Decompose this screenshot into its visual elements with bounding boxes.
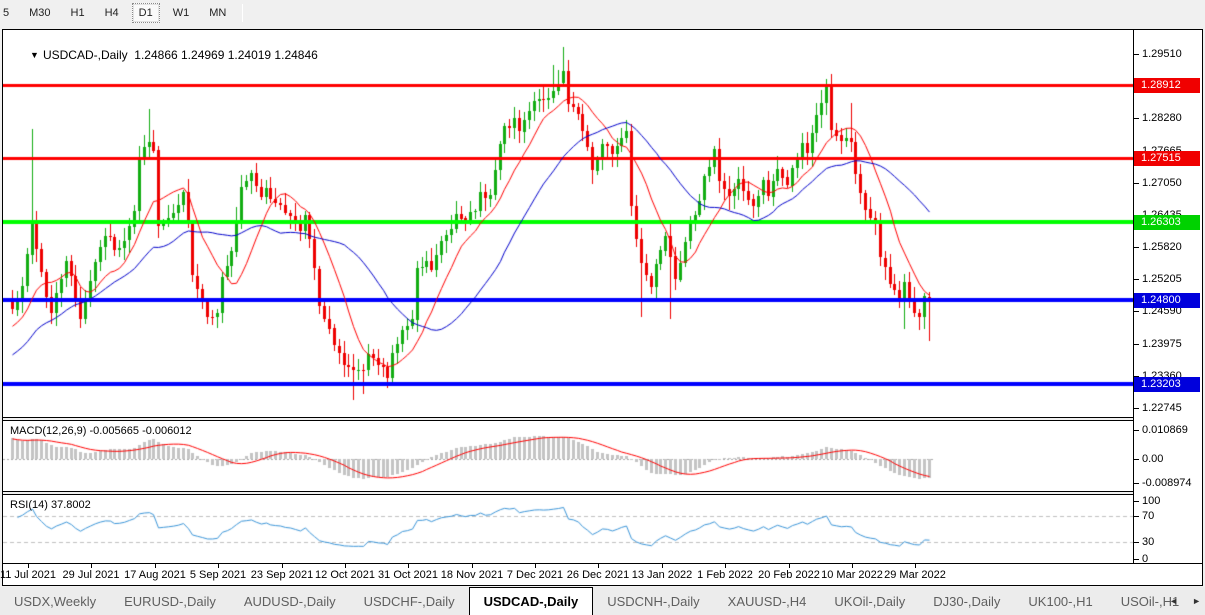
- date-tick-mark: [915, 564, 916, 568]
- date-tick-mark: [852, 564, 853, 568]
- chevron-down-icon[interactable]: ▼: [30, 50, 39, 60]
- symbol-tab-xauusd-h4[interactable]: XAUUSD-,H4: [714, 587, 821, 615]
- symbol-tab-eurusd-daily[interactable]: EURUSD-,Daily: [110, 587, 230, 615]
- symbol-tab-usdchf-daily[interactable]: USDCHF-,Daily: [350, 587, 469, 615]
- axis-tick-mark: [1134, 183, 1139, 184]
- date-tick-label: 12 Oct 2021: [315, 569, 375, 581]
- date-tick-label: 13 Jan 2022: [631, 569, 693, 581]
- chart-title: ▼ USDCAD-,Daily 1.24866 1.24969 1.24019 1…: [10, 34, 318, 76]
- timeframe-button-5[interactable]: 5: [0, 3, 16, 23]
- timeframe-button-h1[interactable]: H1: [64, 3, 92, 23]
- date-tick-mark: [282, 564, 283, 568]
- date-tick-mark: [28, 564, 29, 568]
- axis-tick-mark: [1134, 542, 1139, 543]
- date-tick-label: 31 Oct 2021: [378, 569, 438, 581]
- rsi-axis-tick: 70: [1142, 510, 1155, 522]
- date-tick-mark: [535, 564, 536, 568]
- price-level-badge: 1.27515: [1134, 151, 1200, 166]
- axis-tick-mark: [1134, 559, 1139, 560]
- date-tick-label: 29 Jul 2021: [62, 569, 120, 581]
- symbol-tab-usdx-weekly[interactable]: USDX,Weekly: [0, 587, 110, 615]
- tab-scroll-arrows: ◄ ►: [1159, 587, 1201, 615]
- date-tick-mark: [789, 564, 790, 568]
- macd-axis-tick: -0.008974: [1142, 477, 1192, 489]
- axis-tick-mark: [1134, 483, 1139, 484]
- main-price-chart-canvas[interactable]: [3, 30, 1133, 417]
- axis-tick-mark: [1134, 501, 1139, 502]
- date-tick-label: 5 Sep 2021: [189, 569, 247, 581]
- price-axis-tick: 1.23975: [1142, 338, 1182, 350]
- rsi-axis-tick: 0: [1142, 553, 1149, 565]
- toolbar-separator: [242, 3, 244, 22]
- price-level-badge: 1.24800: [1134, 293, 1200, 308]
- axis-tick-mark: [1134, 311, 1139, 312]
- symbol-tab-audusd-daily[interactable]: AUDUSD-,Daily: [230, 587, 350, 615]
- date-tick-mark: [218, 564, 219, 568]
- rsi-pane-canvas[interactable]: [3, 495, 1133, 563]
- rsi-axis-tick: 30: [1142, 536, 1155, 548]
- price-axis-tick: 1.22745: [1142, 402, 1182, 414]
- date-tick-label: 10 Mar 2022: [821, 569, 883, 581]
- symbol-tab-ukoil-daily[interactable]: UKOil-,Daily: [820, 587, 919, 615]
- symbol-tab-dj30-daily[interactable]: DJ30-,Daily: [919, 587, 1014, 615]
- symbol-tabs-bar: USDX,Weekly EURUSD-,Daily AUDUSD-,Daily USD…: [0, 587, 1205, 615]
- price-level-badge: 1.28912: [1134, 78, 1200, 93]
- timeframe-button-h4[interactable]: H4: [98, 3, 126, 23]
- tab-scroll-left-icon[interactable]: ◄: [1169, 596, 1178, 606]
- date-tick-mark: [155, 564, 156, 568]
- axis-tick-mark: [1134, 118, 1139, 119]
- date-tick-label: 23 Sep 2021: [250, 569, 314, 581]
- timeframe-button-m30[interactable]: M30: [22, 3, 57, 23]
- date-tick-mark: [408, 564, 409, 568]
- timeframe-button-w1[interactable]: W1: [166, 3, 197, 23]
- chart-frame: ▼ USDCAD-,Daily 1.24866 1.24969 1.24019 1…: [0, 29, 1203, 586]
- timeframe-button-mn[interactable]: MN: [202, 3, 233, 23]
- axis-tick-mark: [1134, 54, 1139, 55]
- date-axis[interactable]: 11 Jul 2021 29 Jul 2021 17 Aug 2021 5 Sep 2…: [0, 564, 1202, 585]
- axis-tick-mark: [1134, 247, 1139, 248]
- price-level-badge: 1.26303: [1134, 215, 1200, 230]
- date-tick-label: 17 Aug 2021: [124, 569, 186, 581]
- date-tick-label: 26 Dec 2021: [566, 569, 630, 581]
- date-tick-mark: [725, 564, 726, 568]
- price-axis-tick: 1.25820: [1142, 241, 1182, 253]
- price-axis-tick: 1.29510: [1142, 48, 1182, 60]
- date-tick-label: 18 Nov 2021: [440, 569, 504, 581]
- axis-tick-mark: [1134, 344, 1139, 345]
- price-axis-tick: 1.25205: [1142, 273, 1182, 285]
- axis-tick-mark: [1134, 430, 1139, 431]
- timeframe-toolbar: 5 M30 H1 H4 D1 W1 MN: [0, 0, 1205, 25]
- symbol-tab-usdcnh-daily[interactable]: USDCNH-,Daily: [593, 587, 713, 615]
- date-tick-label: 20 Feb 2022: [758, 569, 820, 581]
- symbol-tab-usdcad-daily[interactable]: USDCAD-,Daily: [468, 587, 594, 615]
- price-level-badge: 1.23203: [1134, 377, 1200, 392]
- date-tick-label: 11 Jul 2021: [0, 569, 57, 581]
- date-tick-mark: [662, 564, 663, 568]
- date-tick-mark: [345, 564, 346, 568]
- date-tick-mark: [472, 564, 473, 568]
- date-tick-mark: [598, 564, 599, 568]
- axis-tick-mark: [1134, 408, 1139, 409]
- timeframe-buttons: 5 M30 H1 H4 D1 W1 MN: [0, 2, 236, 23]
- rsi-indicator-label: RSI(14) 37.8002: [10, 499, 91, 511]
- axis-tick-mark: [1134, 459, 1139, 460]
- macd-axis-tick: 0.010869: [1142, 424, 1188, 436]
- axis-tick-mark: [1134, 516, 1139, 517]
- date-tick-label: 7 Dec 2021: [506, 569, 564, 581]
- timeframe-button-d1[interactable]: D1: [131, 2, 160, 23]
- symbol-tab-uk100-h1[interactable]: UK100-,H1: [1014, 587, 1106, 615]
- tab-scroll-right-icon[interactable]: ►: [1192, 596, 1201, 606]
- date-tick-label: 1 Feb 2022: [697, 569, 753, 581]
- rsi-axis-tick: 100: [1142, 495, 1161, 507]
- mt4-chart-window: 5 M30 H1 H4 D1 W1 MN ▼ USDCAD-,Daily 1.24866 1.…: [0, 0, 1205, 615]
- chart-title-ohlc: 1.24866 1.24969 1.24019 1.24846: [134, 48, 318, 62]
- date-tick-mark: [91, 564, 92, 568]
- price-axis-tick: 1.28280: [1142, 112, 1182, 124]
- date-tick-label: 29 Mar 2022: [884, 569, 946, 581]
- macd-axis-tick: 0.00: [1142, 453, 1164, 465]
- macd-indicator-label: MACD(12,26,9) -0.005665 -0.006012: [10, 425, 192, 437]
- axis-tick-mark: [1134, 279, 1139, 280]
- price-axis-tick: 1.27050: [1142, 177, 1182, 189]
- chart-title-symbol: USDCAD-,Daily: [42, 48, 128, 62]
